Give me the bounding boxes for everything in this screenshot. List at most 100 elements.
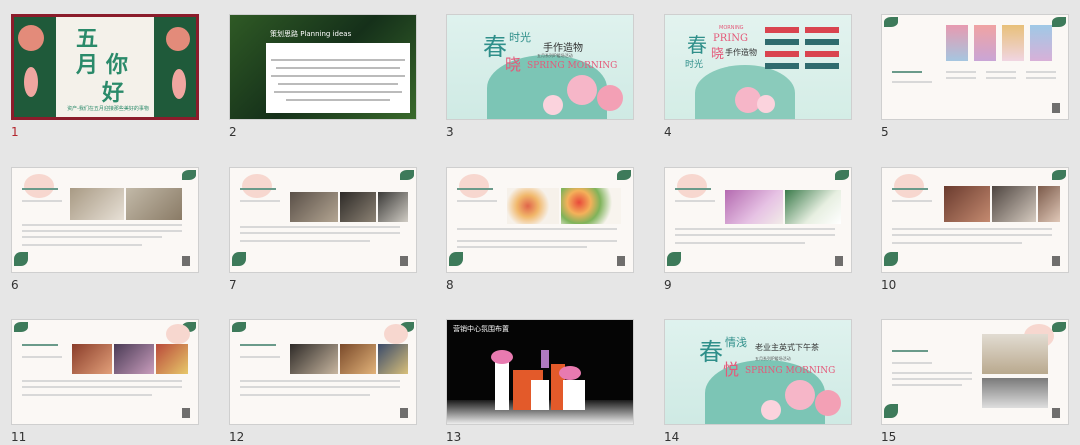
slide-3-flower	[597, 85, 623, 111]
slide-1-thumbnail[interactable]: 五 月 你 好 资产-我们在五月迎接那些美好的事物	[11, 14, 199, 120]
text-line	[274, 91, 402, 93]
slide-4-big-char: 春	[687, 33, 707, 57]
seal-mark	[400, 256, 408, 266]
decor-blob	[384, 324, 408, 344]
slide-8[interactable]: 8	[446, 167, 634, 292]
slide-10-thumbnail[interactable]	[881, 167, 1069, 273]
slide-9-thumbnail[interactable]	[664, 167, 852, 273]
slide-3-flower	[543, 95, 563, 115]
decor-blob	[677, 174, 707, 198]
slide-14-thumbnail[interactable]: 春 情浅 悦 老业主英式下午茶 五月系列IP暖场活动 SPRING MORNIN…	[664, 319, 852, 425]
slide-4-tag	[765, 27, 799, 33]
slide-1-flamingo	[172, 69, 186, 99]
slide-13-number: 13	[446, 430, 462, 444]
slide-11-thumbnail[interactable]	[11, 319, 199, 425]
text-line	[675, 200, 715, 202]
text-line	[675, 188, 711, 190]
slide-1[interactable]: 五 月 你 好 资产-我们在五月迎接那些美好的事物 1	[11, 14, 199, 139]
text-line	[22, 380, 182, 382]
slide-4[interactable]: 春 晓 时光 MORNING PRING 手作造物 4	[664, 14, 852, 139]
text-line	[892, 378, 972, 380]
slide-1-flower	[18, 25, 44, 51]
corner-leaf	[835, 170, 849, 180]
text-line	[986, 77, 1016, 79]
activity-photo	[114, 344, 154, 374]
slide-4-title-part: 晓	[711, 47, 725, 62]
slide-15[interactable]: 15	[881, 319, 1069, 444]
venue-photo	[982, 378, 1048, 408]
slide-14-title-part: 悦	[723, 360, 740, 379]
activity-photo	[1038, 186, 1060, 222]
slide-7-number: 7	[229, 278, 237, 292]
venue-photo	[982, 334, 1048, 374]
text-line	[240, 356, 280, 358]
slide-4-tag	[805, 39, 839, 45]
flower-arrangement	[559, 366, 581, 380]
activity-photo	[378, 192, 408, 222]
slide-8-thumbnail[interactable]	[446, 167, 634, 273]
text-line	[271, 59, 405, 61]
slide-1-title-char: 好	[102, 80, 125, 106]
slide-2-text-panel	[266, 43, 410, 113]
corner-leaf	[884, 252, 898, 266]
slide-6[interactable]: 6	[11, 167, 199, 292]
dreamcatcher-image	[1002, 25, 1024, 61]
slide-12[interactable]: 12	[229, 319, 417, 444]
slide-6-thumbnail[interactable]	[11, 167, 199, 273]
slide-11[interactable]: 11	[11, 319, 199, 444]
text-line	[240, 344, 276, 346]
text-line	[892, 81, 932, 83]
display-pedestal	[495, 360, 509, 410]
corner-leaf	[884, 17, 898, 27]
slide-14[interactable]: 春 情浅 悦 老业主英式下午茶 五月系列IP暖场活动 SPRING MORNIN…	[664, 319, 852, 444]
slide-14-flower	[785, 380, 815, 410]
dreamcatcher-image	[1030, 25, 1052, 61]
slide-13[interactable]: 营销中心氛围布置 13	[446, 319, 634, 444]
slide-4-title-part: 时光	[685, 60, 704, 70]
slide-2[interactable]: 策划思路 Planning ideas 2	[229, 14, 417, 139]
slide-13-thumbnail[interactable]: 营销中心氛围布置	[446, 319, 634, 425]
slide-12-number: 12	[229, 430, 245, 444]
corner-leaf	[1052, 170, 1066, 180]
decor-blob	[242, 174, 272, 198]
slide-1-number: 1	[11, 125, 19, 139]
corner-leaf	[182, 170, 196, 180]
slide-14-big-char: 春	[699, 338, 723, 366]
slide-5[interactable]: 5	[881, 14, 1069, 139]
text-line	[675, 242, 805, 244]
slide-12-thumbnail[interactable]	[229, 319, 417, 425]
dreamcatcher-image	[974, 25, 996, 61]
slide-5-thumbnail[interactable]	[881, 14, 1069, 120]
slide-4-thumbnail[interactable]: 春 晓 时光 MORNING PRING 手作造物	[664, 14, 852, 120]
decor-blob	[24, 174, 54, 198]
dessert-photo	[507, 188, 559, 224]
text-line	[675, 228, 835, 230]
perfume-photo	[725, 190, 783, 224]
text-line	[22, 236, 162, 238]
text-line	[457, 188, 493, 190]
slide-7[interactable]: 7	[229, 167, 417, 292]
slide-4-tag	[765, 63, 799, 69]
slide-14-spring-text: SPRING MORNING	[745, 366, 836, 376]
flower-arrangement	[491, 350, 513, 364]
slide-3-thumbnail[interactable]: 春 时光 晓 手作造物 五月系列IP暖场活动 SPRING MORNING	[446, 14, 634, 120]
slide-3-title-part: 时光	[509, 31, 531, 44]
slide-thumbnail-grid: 五 月 你 好 资产-我们在五月迎接那些美好的事物 1 策划思路 Plannin…	[0, 0, 1080, 445]
slide-2-thumbnail[interactable]: 策划思路 Planning ideas	[229, 14, 417, 120]
activity-photo	[290, 344, 338, 374]
slide-9[interactable]: 9	[664, 167, 852, 292]
slide-4-flower	[757, 95, 775, 113]
text-line	[22, 386, 182, 388]
slide-4-word: PRING	[713, 33, 748, 44]
seal-mark	[182, 408, 190, 418]
slide-4-tag	[805, 27, 839, 33]
corner-leaf	[14, 322, 28, 332]
activity-photo	[72, 344, 112, 374]
slide-15-thumbnail[interactable]	[881, 319, 1069, 425]
slide-7-thumbnail[interactable]	[229, 167, 417, 273]
display-pedestal	[531, 380, 549, 410]
slide-10[interactable]: 10	[881, 167, 1069, 292]
seal-mark	[835, 256, 843, 266]
slide-3[interactable]: 春 时光 晓 手作造物 五月系列IP暖场活动 SPRING MORNING 3	[446, 14, 634, 139]
slide-3-subtitle: 手作造物	[543, 43, 583, 54]
